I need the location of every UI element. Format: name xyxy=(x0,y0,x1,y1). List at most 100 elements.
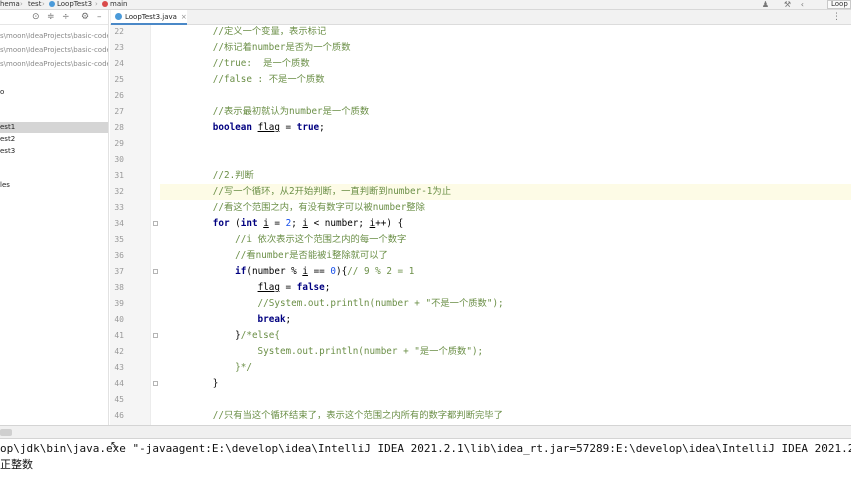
line-number: 31 xyxy=(114,171,124,180)
code-line[interactable]: break; xyxy=(160,312,851,328)
code-line[interactable]: //false : 不是一个质数 xyxy=(160,72,851,88)
code-editor[interactable]: 22 //定义一个变量，表示标记 23 //标记着number是否为一个质数 24 … xyxy=(110,25,851,425)
tree-item-looptest1[interactable]: est1 xyxy=(0,122,108,133)
tree-item-looptest2[interactable]: est2 xyxy=(0,134,108,145)
code-text: //看这个范围之内，有没有数字可以被number整除 xyxy=(168,200,425,216)
code-token: ){ xyxy=(335,266,348,277)
code-line[interactable] xyxy=(160,136,851,152)
code-token: ; xyxy=(324,282,331,293)
tree-item-path[interactable]: s\moon\IdeaProjects\basic-code xyxy=(0,45,108,56)
code-text: }/*else{ xyxy=(168,328,280,344)
code-text: //标记着number是否为一个质数 xyxy=(168,40,351,56)
run-configuration-selector[interactable]: Loop xyxy=(827,0,851,9)
code-text: //看number是否能被i整除就可以了 xyxy=(168,248,388,264)
hide-panel-icon[interactable]: – xyxy=(97,11,102,23)
code-token: //true: 是一个质数 xyxy=(168,58,310,69)
code-line[interactable]: //表示最初就认为number是一个质数 xyxy=(160,104,851,120)
tab-label: LoopTest3.java xyxy=(125,13,177,21)
code-token: //看number是否能被i整除就可以了 xyxy=(168,250,388,261)
line-number: 39 xyxy=(114,299,124,308)
run-console[interactable]: op\jdk\bin\java.exe "-javaagent:E:\devel… xyxy=(0,439,851,481)
breadcrumb-class[interactable]: LoopTest3 xyxy=(49,0,92,9)
code-text: } xyxy=(168,376,219,392)
tabs-menu-icon[interactable]: ⋮ xyxy=(832,10,841,24)
code-line[interactable]: //true: 是一个质数 xyxy=(160,56,851,72)
scrollbar-thumb[interactable] xyxy=(0,429,12,436)
line-number: 22 xyxy=(114,27,124,36)
code-line[interactable]: boolean flag = true; xyxy=(160,120,851,136)
code-line[interactable]: }/*else{ xyxy=(160,328,851,344)
code-line[interactable]: flag = false; xyxy=(160,280,851,296)
line-number: 32 xyxy=(114,187,124,196)
fold-marker-icon[interactable] xyxy=(153,381,158,386)
tree-item-path[interactable]: s\moon\IdeaProjects\basic-code xyxy=(0,31,108,42)
breadcrumb-method[interactable]: main xyxy=(102,0,128,9)
breadcrumb-separator: › xyxy=(42,0,45,8)
code-line[interactable]: for (int i = 2; i < number; i++) { xyxy=(160,216,851,232)
line-number: 46 xyxy=(114,411,124,420)
code-token: //i 依次表示这个范围之内的每一个数字 xyxy=(168,234,407,245)
code-line[interactable]: }*/ xyxy=(160,360,851,376)
code-line[interactable] xyxy=(160,392,851,408)
line-number: 33 xyxy=(114,203,124,212)
tab-looptest3-java[interactable]: LoopTest3.java × xyxy=(111,10,187,25)
console-input-prompt: 正整数 xyxy=(0,458,33,471)
code-token: } xyxy=(168,330,241,341)
fold-marker-icon[interactable] xyxy=(153,221,158,226)
code-line[interactable]: //定义一个变量，表示标记 xyxy=(160,25,851,40)
code-line[interactable]: } xyxy=(160,376,851,392)
breadcrumb-method-label: main xyxy=(110,0,128,8)
close-tab-icon[interactable]: × xyxy=(181,13,187,21)
line-number: 41 xyxy=(114,331,124,340)
user-icon[interactable]: ♟ xyxy=(762,0,769,9)
code-token: System.out.println(number + "是一个质数"); xyxy=(168,346,484,357)
class-icon xyxy=(49,1,55,7)
code-line[interactable]: if(number % i == 0){// 9 % 2 = 1 xyxy=(160,264,851,280)
line-number: 40 xyxy=(114,315,124,324)
fold-marker-icon[interactable] xyxy=(153,269,158,274)
code-line[interactable]: //看number是否能被i整除就可以了 xyxy=(160,248,851,264)
tree-item[interactable]: o xyxy=(0,87,108,98)
expand-options-icon[interactable]: ÷ xyxy=(62,11,70,23)
code-line[interactable]: //2.判断 xyxy=(160,168,851,184)
target-icon[interactable]: ⊙ xyxy=(32,11,40,23)
code-line[interactable]: //看这个范围之内，有没有数字可以被number整除 xyxy=(160,200,851,216)
code-line[interactable]: //i 依次表示这个范围之内的每一个数字 xyxy=(160,232,851,248)
java-class-icon xyxy=(115,13,122,20)
line-number: 45 xyxy=(114,395,124,404)
code-text: if(number % i == 0){// 9 % 2 = 1 xyxy=(168,264,414,280)
line-number: 29 xyxy=(114,139,124,148)
tree-item-looptest3[interactable]: est3 xyxy=(0,146,108,157)
code-token: //2.判断 xyxy=(168,170,254,181)
code-text: boolean flag = true; xyxy=(168,120,325,136)
chevron-left-icon[interactable]: ‹ xyxy=(801,0,804,9)
project-panel: ⊙ ≑ ÷ ⚙ – s\moon\IdeaProjects\basic-code… xyxy=(0,10,109,425)
mouse-cursor-icon: ↖ xyxy=(110,440,119,451)
tree-item-path[interactable]: s\moon\IdeaProjects\basic-code xyxy=(0,59,108,70)
code-token: for xyxy=(168,218,230,229)
code-token: break xyxy=(168,314,286,325)
gear-icon[interactable]: ⚙ xyxy=(81,11,89,23)
collapse-all-icon[interactable]: ≑ xyxy=(47,11,55,23)
code-text: }*/ xyxy=(168,360,252,376)
breadcrumb-class-label: LoopTest3 xyxy=(57,0,93,8)
build-hammer-icon[interactable]: ⚒ xyxy=(784,0,791,9)
method-icon xyxy=(102,1,108,7)
fold-marker-icon[interactable] xyxy=(153,333,158,338)
line-number: 25 xyxy=(114,75,124,84)
code-line[interactable] xyxy=(160,88,851,104)
code-line[interactable]: //System.out.println(number + "不是一个质数"); xyxy=(160,296,851,312)
code-line[interactable]: //标记着number是否为一个质数 xyxy=(160,40,851,56)
code-token: if xyxy=(168,266,247,277)
code-line[interactable]: System.out.println(number + "是一个质数"); xyxy=(160,344,851,360)
breadcrumb-package[interactable]: test xyxy=(28,0,41,9)
horizontal-scrollbar[interactable] xyxy=(0,425,851,439)
code-line[interactable] xyxy=(160,152,851,168)
tree-item-external-libraries[interactable]: les xyxy=(0,180,108,191)
code-line[interactable]: //写一个循环，从2开始判断，一直判断到number-1为止 xyxy=(160,184,851,200)
code-line[interactable]: //只有当这个循环结束了，表示这个范围之内所有的数字都判断完毕了 xyxy=(160,408,851,424)
line-number: 43 xyxy=(114,363,124,372)
breadcrumb-separator: › xyxy=(20,0,23,8)
breadcrumb-project[interactable]: hema xyxy=(0,0,20,9)
line-number: 44 xyxy=(114,379,124,388)
